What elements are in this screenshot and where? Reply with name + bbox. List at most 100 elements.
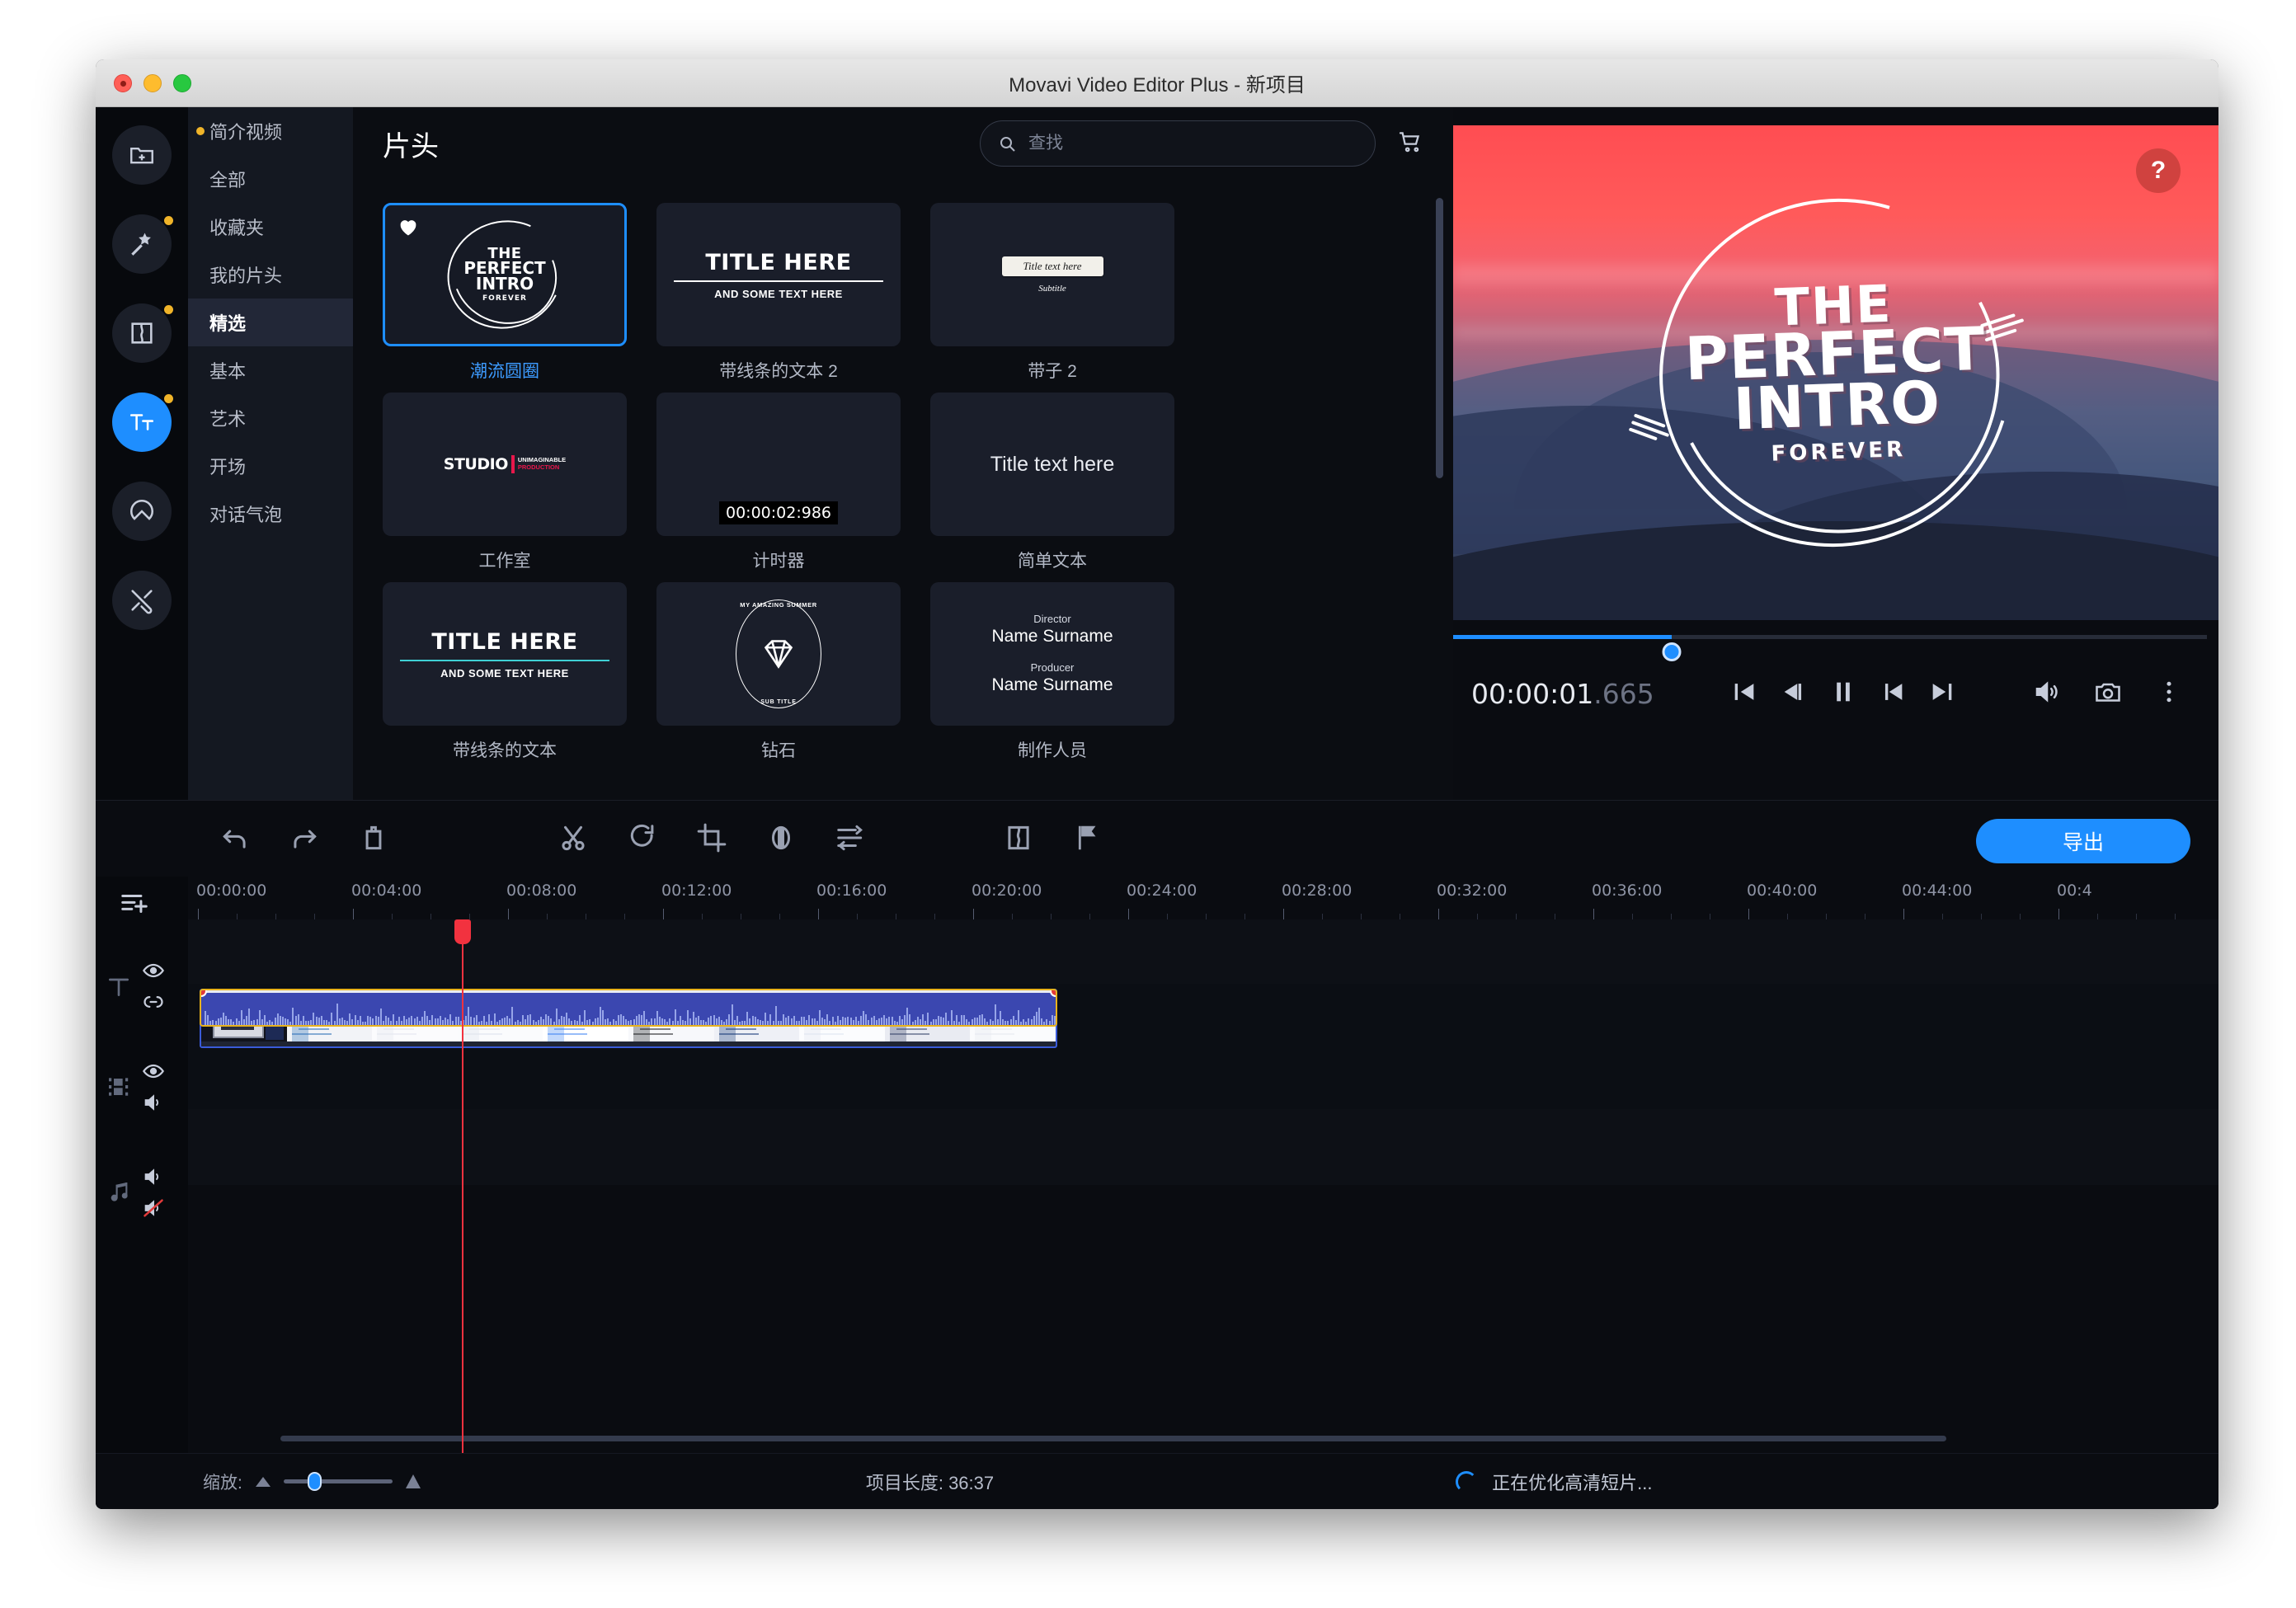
- next-frame-button[interactable]: [1879, 678, 1907, 710]
- waveform-bar: [568, 1018, 571, 1025]
- title-tile-0[interactable]: THE PERFECT INTRO FOREVER 潮流圆圈: [383, 203, 627, 383]
- timeline-horizontal-scrollbar[interactable]: [280, 1436, 1946, 1441]
- zoom-slider[interactable]: [283, 1472, 393, 1491]
- category-item-6[interactable]: 艺术: [188, 394, 353, 442]
- seek-track[interactable]: [1453, 635, 2207, 661]
- zoom-slider-knob[interactable]: [307, 1472, 322, 1491]
- title-tile-thumbnail[interactable]: Title text here Subtitle: [930, 203, 1174, 346]
- preview-video[interactable]: THE PERFECT INTRO FOREVER ?: [1453, 125, 2218, 620]
- waveform-bar: [331, 1012, 333, 1025]
- waveform-bar: [674, 1009, 676, 1025]
- snapshot-button[interactable]: [2093, 677, 2123, 711]
- rail-item-transitions[interactable]: [112, 303, 173, 363]
- fade-out-handle[interactable]: [1050, 990, 1056, 997]
- tile-artwork: TITLE HERE AND SOME TEXT HERE: [399, 629, 610, 679]
- timeline-ruler[interactable]: 00:00:00 00:04:00 00:08:00 00:12:00 00:16:00…: [188, 877, 2218, 919]
- title-tile-thumbnail[interactable]: TITLE HERE AND SOME TEXT HERE: [383, 582, 627, 726]
- waveform-bar: [457, 1016, 459, 1025]
- properties-button[interactable]: [835, 822, 866, 858]
- title-tile-thumbnail[interactable]: TITLE HERE AND SOME TEXT HERE: [656, 203, 901, 346]
- tile-artwork: TITLE HERE AND SOME TEXT HERE: [673, 250, 884, 300]
- rail-item-more-tools[interactable]: [112, 571, 172, 630]
- category-item-4[interactable]: 精选: [188, 299, 353, 346]
- zoom-in-icon[interactable]: [405, 1474, 421, 1488]
- speaker-icon[interactable]: [142, 1165, 165, 1188]
- title-tile-thumbnail[interactable]: Director Name Surname Producer Name Surname: [930, 582, 1174, 726]
- audio-clip[interactable]: [200, 989, 1057, 1027]
- preview-seekbar[interactable]: [1453, 620, 2218, 661]
- speaker-muted-icon[interactable]: [142, 1197, 165, 1220]
- waveform-bar: [638, 1014, 640, 1025]
- titles-grid-scroll[interactable]: THE PERFECT INTRO FOREVER 潮流圆圈 TITLE HERE AND …: [353, 180, 1453, 800]
- title-tile-2[interactable]: Title text here Subtitle 带子 2: [930, 203, 1174, 383]
- volume-button[interactable]: [2032, 677, 2062, 711]
- playhead[interactable]: [454, 919, 471, 1453]
- title-tile-thumbnail[interactable]: MY AMAZING SUMMER SUB TITLE: [656, 582, 901, 726]
- waveform-bar: [253, 1019, 256, 1025]
- split-button[interactable]: [558, 822, 589, 858]
- redo-button[interactable]: [289, 822, 320, 858]
- waveform-bar: [328, 1021, 331, 1025]
- waveform-bar: [1014, 1019, 1017, 1025]
- zoom-out-icon[interactable]: [255, 1476, 271, 1487]
- video-lane[interactable]: [188, 984, 2218, 1109]
- title-tile-thumbnail[interactable]: THE PERFECT INTRO FOREVER: [383, 203, 627, 346]
- audio-lane[interactable]: [188, 1109, 2218, 1185]
- category-item-3[interactable]: 我的片头: [188, 251, 353, 299]
- pause-button[interactable]: [1829, 678, 1857, 710]
- category-item-7[interactable]: 开场: [188, 442, 353, 490]
- rotate-button[interactable]: [627, 822, 658, 858]
- search-input[interactable]: [1028, 134, 1358, 153]
- rail-item-import-media[interactable]: [112, 125, 172, 185]
- title-tile-6[interactable]: TITLE HERE AND SOME TEXT HERE 带线条的文本: [383, 582, 627, 762]
- heart-icon[interactable]: [397, 215, 420, 242]
- undo-button[interactable]: [219, 822, 251, 858]
- more-button[interactable]: [2154, 677, 2184, 711]
- title-lane[interactable]: [188, 919, 2218, 984]
- title-tile-3[interactable]: STUDIO UNIMAGINABLE PRODUCTION 工作室: [383, 393, 627, 572]
- jump-end-button[interactable]: [1928, 678, 1956, 710]
- link-icon[interactable]: [142, 990, 165, 1013]
- rail-item-filters[interactable]: [112, 214, 173, 274]
- export-button[interactable]: 导出: [1976, 819, 2190, 863]
- speaker-icon[interactable]: [142, 1091, 165, 1114]
- search-box[interactable]: [980, 120, 1376, 167]
- add-track-button[interactable]: [119, 888, 150, 924]
- title-tile-8[interactable]: Director Name Surname Producer Name Surname…: [930, 582, 1174, 762]
- playhead-handle[interactable]: [454, 919, 471, 944]
- title-tile-1[interactable]: TITLE HERE AND SOME TEXT HERE 带线条的文本 2: [656, 203, 901, 383]
- crop-button[interactable]: [696, 822, 727, 858]
- ruler-tick-major: [1593, 909, 1594, 919]
- eye-icon[interactable]: [142, 1060, 165, 1083]
- rail-item-stickers[interactable]: [112, 482, 172, 541]
- eye-icon[interactable]: [142, 959, 165, 982]
- category-item-2[interactable]: 收藏夹: [188, 203, 353, 251]
- rail-item-titles[interactable]: [112, 393, 173, 452]
- fade-in-handle[interactable]: [201, 990, 207, 997]
- delete-button[interactable]: [358, 822, 389, 858]
- title-tile-4[interactable]: 00:00:02:986 计时器: [656, 393, 901, 572]
- waveform-bar: [896, 1021, 898, 1025]
- waveform-bar: [1051, 1014, 1053, 1025]
- titles-scrollbar[interactable]: [1436, 198, 1443, 478]
- category-item-8[interactable]: 对话气泡: [188, 490, 353, 538]
- waveform-bar: [251, 1021, 253, 1025]
- color-adjust-button[interactable]: [765, 822, 797, 858]
- category-item-5[interactable]: 基本: [188, 346, 353, 394]
- title-tile-7[interactable]: MY AMAZING SUMMER SUB TITLE 钻石: [656, 582, 901, 762]
- prev-frame-button[interactable]: [1780, 678, 1808, 710]
- marker-button[interactable]: [1072, 822, 1103, 858]
- title-tile-label: 计时器: [752, 552, 805, 571]
- title-tile-thumbnail[interactable]: 00:00:02:986: [656, 393, 901, 536]
- category-item-0[interactable]: 简介视频: [188, 107, 353, 155]
- cart-button[interactable]: [1397, 129, 1423, 159]
- title-tile-thumbnail[interactable]: STUDIO UNIMAGINABLE PRODUCTION: [383, 393, 627, 536]
- category-item-1[interactable]: 全部: [188, 155, 353, 203]
- waveform-bar: [614, 1021, 617, 1025]
- chroma-key-button[interactable]: [1003, 822, 1034, 858]
- title-tile-5[interactable]: Title text here 简单文本: [930, 393, 1174, 572]
- title-tile-thumbnail[interactable]: Title text here: [930, 393, 1174, 536]
- ruler-label-11: 00:44:00: [1902, 882, 1973, 900]
- help-button[interactable]: ?: [2136, 148, 2181, 193]
- jump-start-button[interactable]: [1730, 678, 1758, 710]
